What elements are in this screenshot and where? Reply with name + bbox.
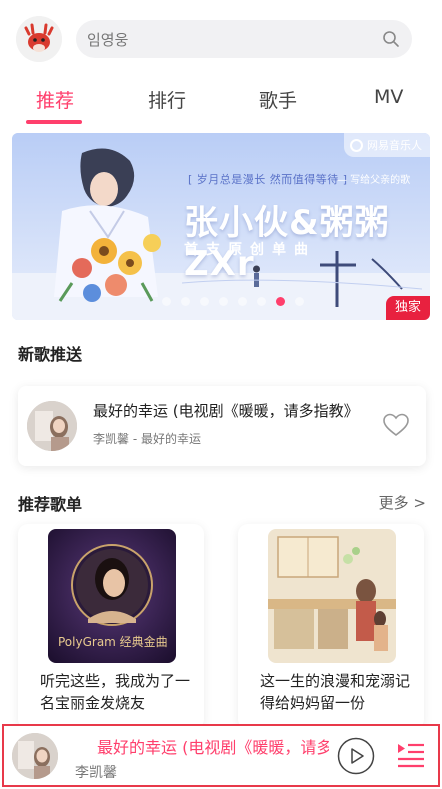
banner-tagline: 首支原创单曲	[184, 242, 316, 258]
more-link[interactable]: 更多 >	[379, 492, 426, 513]
song-cover-image	[27, 401, 77, 451]
banner[interactable]: 网易音乐人 [ 岁月总是漫长 然而值得等待 ] — 写给父亲的歌 张小伙&粥粥Z…	[12, 133, 430, 320]
song-title: 最好的幸运 (电视剧《暖暖，请多指教》	[93, 402, 359, 420]
tab-singers[interactable]: 歌手	[259, 86, 297, 113]
pagination-dot[interactable]	[295, 297, 304, 306]
player-cover-image	[12, 733, 58, 779]
search-text: 임영웅	[87, 31, 129, 49]
song-artist-album: 李凯馨 - 最好的幸运	[93, 432, 201, 446]
tab-bar: 推荐 排行 歌手 MV	[0, 80, 442, 126]
search-icon[interactable]	[382, 30, 400, 48]
pagination-dot[interactable]	[257, 297, 266, 306]
playlist-card[interactable]: 这一生的浪漫和宠溺记得给妈妈留一份	[238, 524, 424, 729]
pagination-dot[interactable]	[238, 297, 247, 306]
playlist-cover-text: PolyGram 经典金曲	[58, 635, 168, 649]
playlist-cover-image	[268, 529, 396, 663]
exclusive-badge: 独家	[386, 296, 430, 320]
banner-subtitle-right: — 写给父亲的歌	[337, 175, 411, 186]
pagination-dot[interactable]	[276, 297, 285, 306]
moose-logo-icon	[16, 16, 62, 62]
play-icon[interactable]	[337, 737, 375, 775]
app-logo[interactable]	[16, 16, 62, 62]
playlist-name: 这一生的浪漫和宠溺记得给妈妈留一份	[260, 672, 411, 712]
tab-recommend[interactable]: 推荐	[36, 86, 74, 113]
new-song-card[interactable]: 最好的幸运 (电视剧《暖暖，请多指教》 李凯馨 - 最好的幸运	[18, 386, 426, 466]
playlist-cover: PolyGram 经典金曲	[48, 529, 176, 663]
playlist-queue-icon[interactable]	[396, 740, 426, 770]
playlist-cover	[268, 529, 396, 663]
playlist-card[interactable]: PolyGram 经典金曲 听完这些，我成为了一名宝丽金发烧友	[18, 524, 204, 729]
pagination-dot[interactable]	[181, 297, 190, 306]
header: 임영웅	[0, 0, 442, 78]
song-cover	[27, 401, 77, 451]
banner-pagination	[12, 297, 430, 307]
heart-icon[interactable]	[383, 413, 409, 437]
playlist-name: 听完这些，我成为了一名宝丽金发烧友	[40, 672, 191, 712]
tab-charts[interactable]: 排行	[148, 86, 186, 113]
tab-indicator	[26, 120, 82, 124]
banner-subtitle: [ 岁月总是漫长 然而值得等待 ]	[188, 173, 348, 186]
pagination-dot[interactable]	[200, 297, 209, 306]
tab-mv[interactable]: MV	[374, 86, 403, 108]
search-input[interactable]: 임영웅	[76, 20, 412, 58]
brand-badge: 网易音乐人	[344, 133, 430, 157]
player-title: 最好的幸运 (电视剧《暖暖，请多指教》	[97, 738, 329, 757]
new-songs-title: 新歌推送	[18, 345, 83, 364]
pagination-dot[interactable]	[219, 297, 228, 306]
player-cover[interactable]	[12, 733, 58, 779]
playlists-title: 推荐歌单	[18, 495, 83, 514]
mini-player[interactable]: 最好的幸运 (电视剧《暖暖，请多指教》 李凯馨	[2, 724, 440, 787]
netease-logo-icon	[350, 138, 363, 152]
pagination-dot[interactable]	[162, 297, 171, 306]
player-artist: 李凯馨	[75, 765, 117, 781]
brand-label: 网易音乐人	[367, 139, 422, 152]
